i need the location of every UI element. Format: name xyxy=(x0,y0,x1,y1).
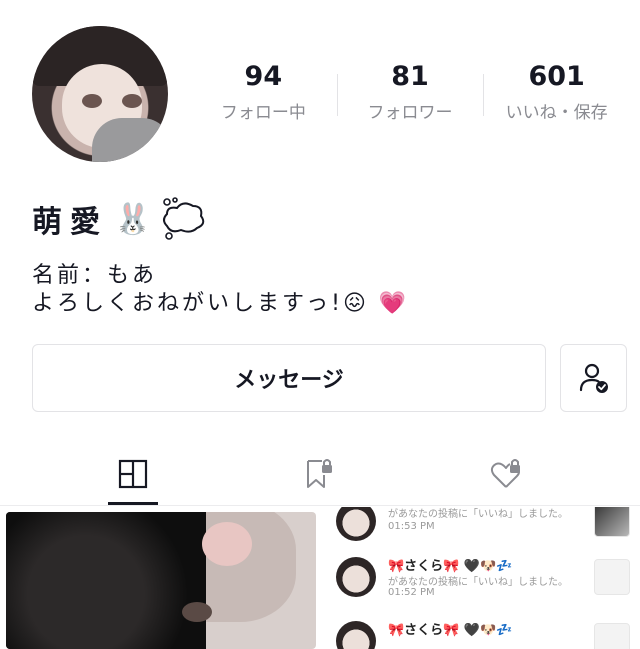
list-item: 🎀さくら🎀 🖤🐶💤 xyxy=(336,619,636,649)
post-thumbnail-notifications[interactable]: があなたの投稿に「いいね」しました。 01:53 PM 🎀さくら🎀 🖤🐶💤 があ… xyxy=(322,507,640,649)
grid-layout-icon xyxy=(118,459,148,489)
notification-name: 🎀さくら🎀 🖤🐶💤 xyxy=(388,623,513,638)
post-image-ear xyxy=(202,522,252,566)
notification-time: 01:53 PM xyxy=(388,521,435,532)
notification-text: があなたの投稿に「いいね」しました。 xyxy=(388,577,568,588)
avatar-eye-right xyxy=(122,94,142,108)
profile-name: 萌愛 xyxy=(32,205,108,240)
list-item: 🎀さくら🎀 🖤🐶💤 があなたの投稿に「いいね」しました。 01:52 PM xyxy=(336,555,636,603)
stat-followers[interactable]: 81 フォロワー xyxy=(336,60,484,130)
notification-time: 01:52 PM xyxy=(388,587,435,598)
stat-likes-count: 601 xyxy=(528,61,585,92)
post-thumbnail[interactable] xyxy=(6,512,316,649)
user-check-icon xyxy=(579,363,608,393)
profile-avatar[interactable] xyxy=(32,26,168,162)
notification-thumbnail xyxy=(594,507,630,537)
stat-followers-count: 81 xyxy=(391,61,429,92)
message-button[interactable]: メッセージ xyxy=(32,344,546,412)
profile-bio: 名前：もあ よろしくおねがいしますっ!😖 💗 xyxy=(32,262,409,318)
avatar xyxy=(336,507,376,541)
bookmark-lock-icon xyxy=(307,459,332,488)
stat-following-label: フォロー中 xyxy=(220,103,306,123)
notification-name: 🎀さくら🎀 🖤🐶💤 xyxy=(388,559,513,574)
stat-likes[interactable]: 601 いいね・保存 xyxy=(483,60,630,130)
stat-followers-label: フォロワー xyxy=(367,103,453,123)
thought-bubble-icon xyxy=(163,197,205,240)
profile-tabs xyxy=(0,440,640,506)
heart-lock-icon xyxy=(490,459,520,488)
list-item: があなたの投稿に「いいね」しました。 01:53 PM xyxy=(336,507,636,547)
notification-text: があなたの投稿に「いいね」しました。 xyxy=(388,509,568,520)
notification-thumbnail xyxy=(594,623,630,649)
stat-following-count: 94 xyxy=(244,61,283,92)
post-image-eye xyxy=(182,602,212,622)
avatar xyxy=(336,621,376,649)
tab-posts[interactable] xyxy=(108,454,158,494)
post-image-shadow xyxy=(6,512,206,649)
stat-following[interactable]: 94 フォロー中 xyxy=(190,60,337,130)
avatar-sleeve xyxy=(92,118,168,162)
tab-saved[interactable] xyxy=(294,454,344,494)
active-tab-indicator xyxy=(108,502,158,505)
posts-grid: があなたの投稿に「いいね」しました。 01:53 PM 🎀さくら🎀 🖤🐶💤 があ… xyxy=(0,507,640,649)
stat-likes-label: いいね・保存 xyxy=(505,103,608,123)
profile-stats: 94 フォロー中 81 フォロワー 601 いいね・保存 xyxy=(190,60,630,130)
bio-line-2: よろしくおねがいしますっ!😖 💗 xyxy=(32,291,410,316)
avatar-eye-left xyxy=(82,94,102,108)
tab-liked[interactable] xyxy=(482,454,532,494)
message-button-label: メッセージ xyxy=(234,368,344,393)
add-friend-button[interactable] xyxy=(560,344,627,412)
bio-line-1: 名前：もあ xyxy=(32,263,158,288)
profile-name-emoji: 🐰 xyxy=(114,201,152,237)
notification-thumbnail xyxy=(594,559,630,595)
avatar xyxy=(336,557,376,597)
profile-name-row: 萌愛 🐰 xyxy=(32,196,207,242)
